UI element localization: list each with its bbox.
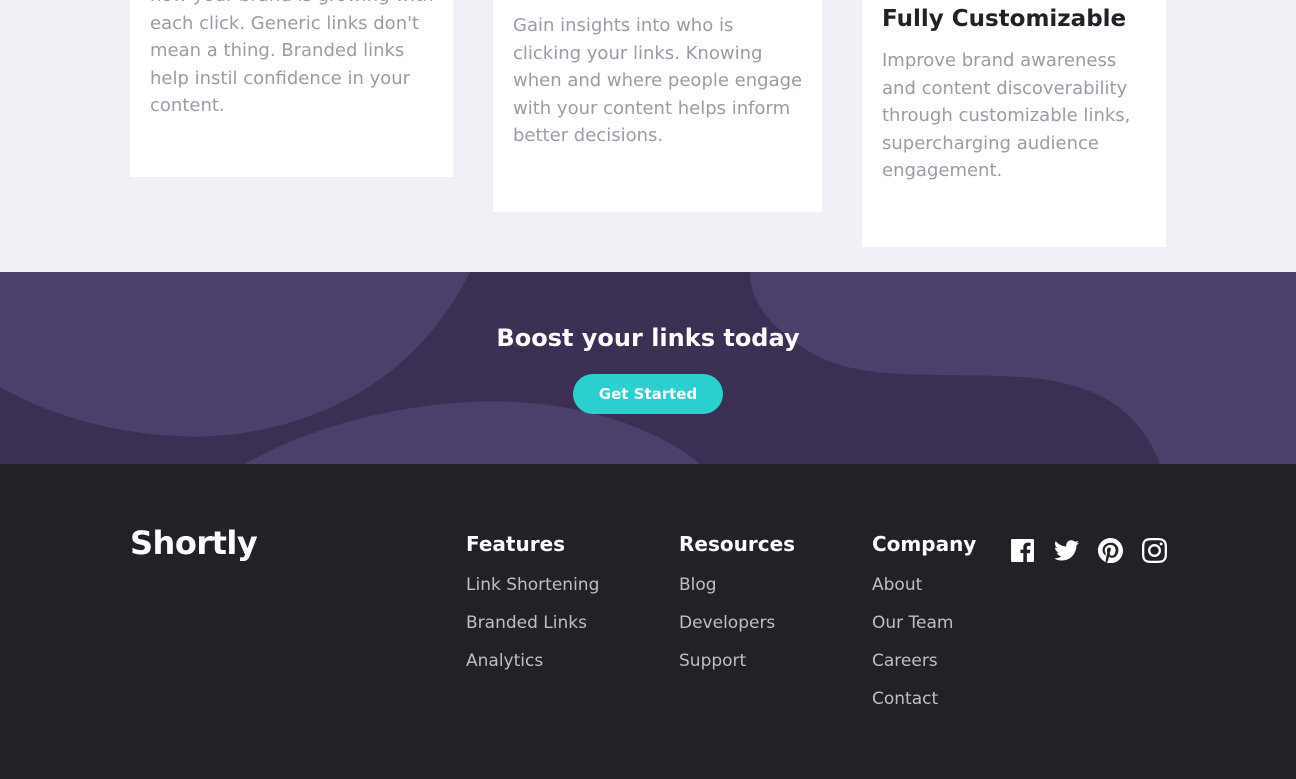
column-title: Company bbox=[872, 532, 977, 556]
instagram-icon[interactable] bbox=[1141, 537, 1167, 563]
footer-column-features: Features Link Shortening Branded Links A… bbox=[466, 532, 599, 680]
feature-card-fully-customizable: Fully Customizable Improve brand awarene… bbox=[862, 0, 1166, 247]
footer-logo[interactable]: Shortly bbox=[130, 524, 258, 562]
footer-link-branded-links[interactable]: Branded Links bbox=[466, 604, 599, 642]
footer-link-blog[interactable]: Blog bbox=[679, 566, 795, 604]
footer-link-developers[interactable]: Developers bbox=[679, 604, 795, 642]
footer-link-link-shortening[interactable]: Link Shortening bbox=[466, 566, 599, 604]
statistics-section: how your brand is growing with each clic… bbox=[0, 0, 1296, 272]
facebook-icon[interactable] bbox=[1009, 537, 1035, 563]
footer-link-about[interactable]: About bbox=[872, 566, 976, 604]
footer-link-analytics[interactable]: Analytics bbox=[466, 642, 599, 680]
card-title: Fully Customizable bbox=[882, 6, 1127, 32]
boost-banner: Boost your links today Get Started bbox=[0, 272, 1296, 464]
background-waves bbox=[0, 272, 1296, 464]
card-description: Gain insights into who is clicking your … bbox=[513, 15, 803, 147]
column-title: Resources bbox=[679, 532, 796, 556]
boost-title: Boost your links today bbox=[496, 324, 800, 352]
card-description: Improve brand awareness and content disc… bbox=[882, 50, 1131, 182]
twitter-icon[interactable] bbox=[1053, 537, 1079, 563]
footer: Shortly Features Link Shortening Branded… bbox=[0, 464, 1296, 779]
feature-card-detailed-records: Gain insights into who is clicking your … bbox=[493, 0, 822, 212]
get-started-button[interactable]: Get Started bbox=[573, 374, 723, 414]
pinterest-icon[interactable] bbox=[1097, 537, 1123, 563]
column-title: Features bbox=[466, 532, 566, 556]
footer-link-contact[interactable]: Contact bbox=[872, 680, 976, 718]
footer-link-our-team[interactable]: Our Team bbox=[872, 604, 976, 642]
footer-column-company: Company About Our Team Careers Contact bbox=[872, 532, 976, 718]
card-description: how your brand is growing with each clic… bbox=[150, 0, 433, 117]
footer-link-support[interactable]: Support bbox=[679, 642, 795, 680]
footer-link-careers[interactable]: Careers bbox=[872, 642, 976, 680]
footer-column-resources: Resources Blog Developers Support bbox=[679, 532, 795, 680]
feature-card-brand-recognition: how your brand is growing with each clic… bbox=[130, 0, 453, 177]
